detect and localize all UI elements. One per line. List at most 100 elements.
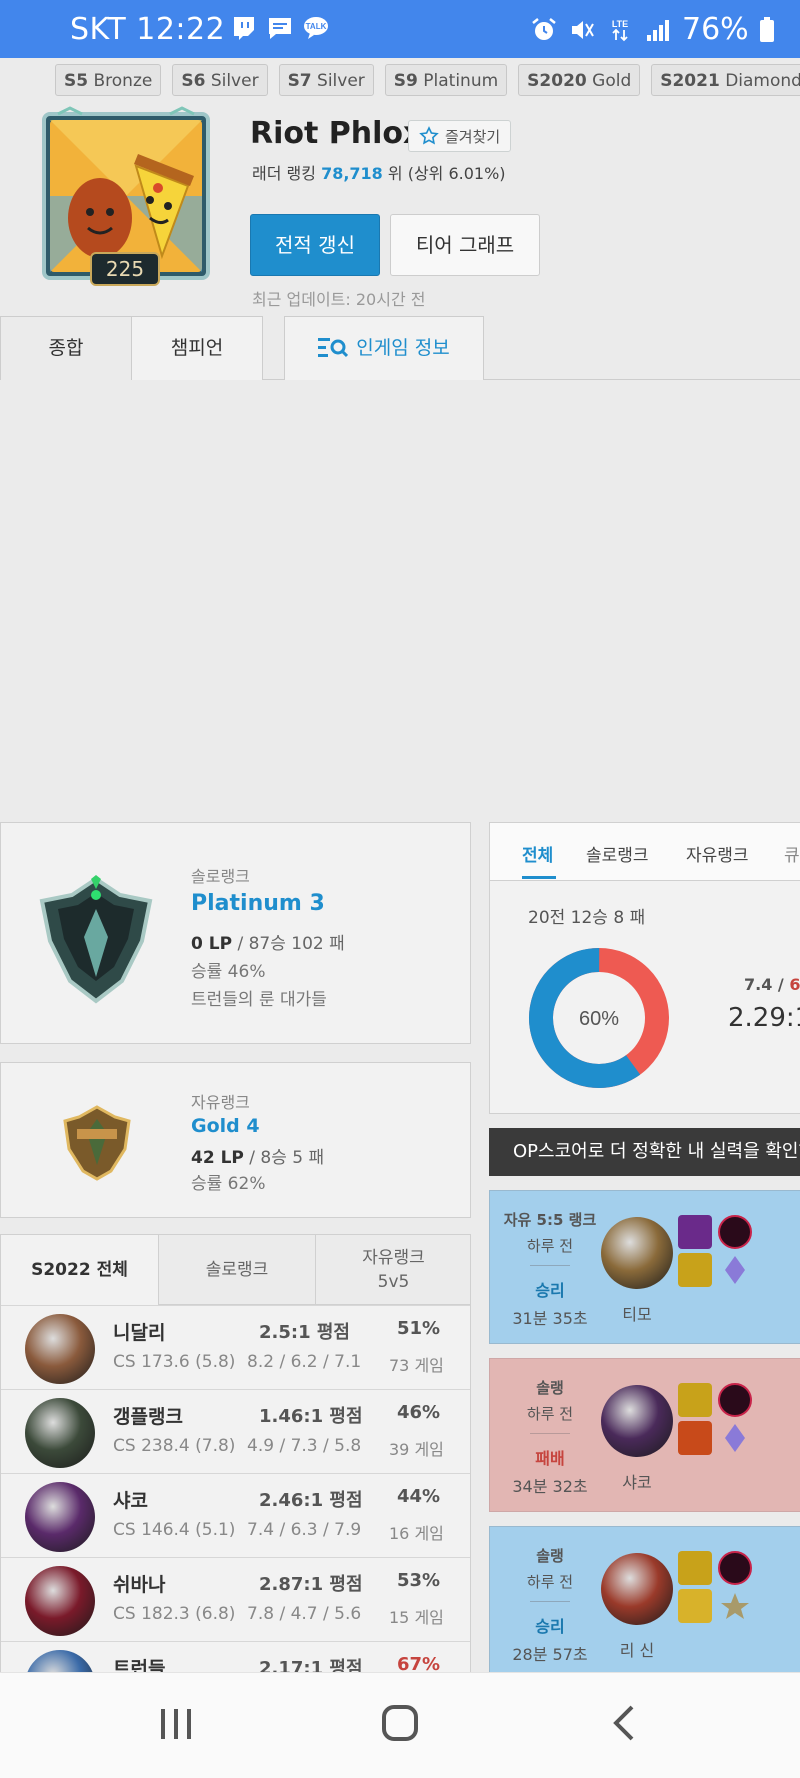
- star-icon: [419, 126, 439, 145]
- twitch-icon: [234, 17, 254, 40]
- tab-ingame-label: 인게임 정보: [356, 337, 450, 359]
- champion-kda: 2.87:1 평점: [259, 1574, 363, 1595]
- champion-portrait: [25, 1650, 95, 1673]
- champion-name: 쉬바나: [113, 1574, 166, 1596]
- match-card[interactable]: 솔랭 하루 전 승리 28분 57초 리 신: [489, 1526, 800, 1676]
- champion-kda: 2.5:1 평점: [259, 1322, 350, 1343]
- tab-overview[interactable]: 종합: [0, 316, 132, 380]
- champion-portrait: [25, 1566, 95, 1636]
- champion-portrait: [25, 1314, 95, 1384]
- champion-games: 16 게임: [389, 1524, 444, 1543]
- summary-tabs: 전체 솔로랭크 자유랭크 큐: [490, 823, 800, 881]
- summoner-spell-icon: [678, 1383, 712, 1417]
- ingame-search-icon: [318, 338, 349, 358]
- ladder-suffix: 위 (상위 6.01%): [387, 164, 506, 183]
- tab-ingame-info[interactable]: 인게임 정보: [284, 316, 484, 380]
- secondary-rune-icon: [718, 1253, 752, 1287]
- flex-queue-label: 자유랭크: [191, 1093, 250, 1112]
- champion-kda-detail: 4.9 / 7.3 / 5.8: [247, 1436, 362, 1456]
- tab-champions[interactable]: 챔피언: [131, 316, 263, 380]
- keystone-rune-icon: [718, 1383, 752, 1417]
- solo-lp: 0 LP: [191, 934, 233, 954]
- home-icon[interactable]: [380, 1703, 420, 1743]
- last-update: 최근 업데이트: 20시간 전: [252, 290, 426, 309]
- gold-emblem-icon: [63, 1105, 131, 1181]
- champion-games: 15 게임: [389, 1608, 444, 1627]
- champion-portrait: [25, 1398, 95, 1468]
- champion-cs: CS 146.4 (5.1): [113, 1520, 236, 1540]
- ladder-ranking: 래더 랭킹 78,718 위 (상위 6.01%): [252, 160, 506, 184]
- lte-icon: LTE: [612, 19, 628, 41]
- flex-winrate: 승률 62%: [191, 1174, 266, 1194]
- battery-percent: 76%: [682, 12, 749, 47]
- summoner-spell-icon: [678, 1551, 712, 1585]
- champion-games: 73 게임: [389, 1356, 444, 1375]
- champion-kda-detail: 8.2 / 6.2 / 7.1: [247, 1352, 362, 1372]
- match-queue-type: 자유 5:5 랭크: [503, 1211, 597, 1229]
- champion-kda: 1.46:1 평점: [259, 1406, 363, 1427]
- match-time-ago: 하루 전: [526, 1573, 574, 1591]
- summoner-spell-icon: [678, 1215, 712, 1249]
- match-champion-portrait: [601, 1217, 673, 1289]
- summary-record: 20전 12승 8 패: [528, 908, 646, 928]
- champion-row[interactable]: 갱플랭크 CS 238.4 (7.8) 1.46:1 평점 4.9 / 7.3 …: [1, 1389, 470, 1473]
- message-icon: [269, 18, 291, 39]
- champion-cs: CS 173.6 (5.8): [113, 1352, 236, 1372]
- status-bar: SKT 12:22 TALK LTE 76%: [0, 0, 800, 58]
- champion-row[interactable]: 니달리 CS 173.6 (5.8) 2.5:1 평점 8.2 / 6.2 / …: [1, 1305, 470, 1389]
- favorite-button[interactable]: 즐겨찾기: [408, 120, 512, 152]
- donut-winrate-label: 60%: [579, 1008, 619, 1030]
- solo-queue-label: 솔로랭크: [191, 867, 250, 886]
- match-divider: [530, 1265, 570, 1266]
- summary-kda-partial-a: 7.4 /: [744, 975, 784, 994]
- champion-winrate: 53%: [397, 1570, 441, 1591]
- tab-summary-solo[interactable]: 솔로랭크: [586, 841, 649, 866]
- keystone-rune-icon: [718, 1551, 752, 1585]
- season-badge: S2020 Gold: [518, 64, 641, 96]
- champion-winrate: 46%: [397, 1402, 441, 1423]
- season-badge: S7 Silver: [278, 64, 374, 96]
- summoner-spell-icon: [678, 1253, 712, 1287]
- tab-summary-all[interactable]: 전체: [522, 841, 553, 866]
- tab-champ-solo[interactable]: 솔로랭크: [159, 1235, 316, 1305]
- recent-apps-icon[interactable]: [158, 1703, 194, 1743]
- secondary-rune-icon: [718, 1421, 752, 1455]
- match-card[interactable]: 자유 5:5 랭크 하루 전 승리 31분 35초 티모: [489, 1190, 800, 1344]
- match-time-ago: 하루 전: [526, 1405, 574, 1423]
- tier-graph-button[interactable]: 티어 그래프: [390, 214, 540, 276]
- champion-name: 니달리: [113, 1322, 166, 1344]
- match-time-ago: 하루 전: [526, 1237, 574, 1255]
- summary-kda-partial-b: 6.: [789, 975, 800, 994]
- match-length: 28분 57초: [512, 1645, 588, 1664]
- tab-season-all[interactable]: S2022 전체: [1, 1235, 159, 1305]
- tab-summary-flex[interactable]: 자유랭크: [686, 841, 749, 866]
- champion-winrate: 44%: [397, 1486, 441, 1507]
- svg-text:TALK: TALK: [306, 22, 327, 31]
- match-length: 31분 35초: [512, 1309, 588, 1328]
- keystone-rune-icon: [718, 1215, 752, 1249]
- refresh-record-button[interactable]: 전적 갱신: [250, 214, 380, 276]
- match-queue-type: 솔랭: [536, 1379, 564, 1397]
- tab-champ-flex[interactable]: 자유랭크 5v5: [316, 1235, 470, 1305]
- platinum-emblem-icon: [39, 875, 153, 1004]
- match-champion-name: 티모: [622, 1305, 652, 1324]
- match-card[interactable]: 솔랭 하루 전 패배 34분 32초 샤코: [489, 1358, 800, 1512]
- solo-winrate: 승률 46%: [191, 962, 266, 982]
- flex-lp: 42 LP: [191, 1148, 244, 1168]
- champion-stats-card: S2022 전체 솔로랭크 자유랭크 5v5 니달리 CS 173.6 (5.8…: [0, 1234, 471, 1674]
- summoner-spell-icon: [678, 1421, 712, 1455]
- solo-rank-card: 솔로랭크 Platinum 3 0 LP / 87승 102 패 승률 46% …: [0, 822, 471, 1044]
- champion-row[interactable]: 트런들 2.17:1 평점 67%: [1, 1641, 470, 1673]
- winrate-donut-chart: 60%: [529, 948, 669, 1088]
- match-queue-type: 솔랭: [536, 1547, 564, 1565]
- tab-summary-queue[interactable]: 큐: [784, 841, 800, 866]
- back-icon[interactable]: [610, 1703, 638, 1743]
- champion-row[interactable]: 샤코 CS 146.4 (5.1) 2.46:1 평점 7.4 / 6.3 / …: [1, 1473, 470, 1557]
- opscore-promo-banner[interactable]: OP스코어로 더 정확한 내 실력을 확인하: [489, 1128, 800, 1176]
- mute-icon: [572, 20, 594, 39]
- champion-winrate: 51%: [397, 1318, 441, 1339]
- season-badge: S9 Platinum: [384, 64, 508, 96]
- kakaotalk-icon: TALK: [304, 17, 328, 39]
- champion-row[interactable]: 쉬바나 CS 182.3 (6.8) 2.87:1 평점 7.8 / 4.7 /…: [1, 1557, 470, 1641]
- flex-record: / 8승 5 패: [249, 1148, 325, 1168]
